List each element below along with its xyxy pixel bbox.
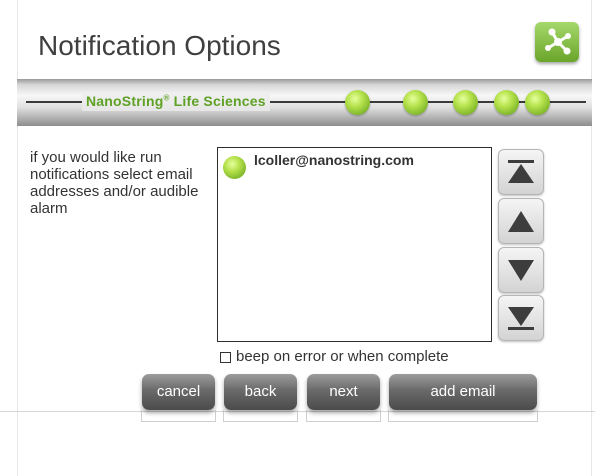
scroll-top-icon	[508, 160, 534, 183]
button-outline	[141, 410, 216, 422]
green-status-dot-icon	[223, 156, 246, 179]
brand-logo: NanoString® Life Sciences	[82, 93, 270, 111]
page-title: Notification Options	[38, 30, 281, 61]
progress-dot	[494, 90, 519, 115]
progress-dot	[403, 90, 428, 115]
email-address: lcoller@nanostring.com	[254, 152, 414, 168]
scroll-down-icon	[508, 260, 534, 281]
network-icon	[545, 28, 571, 55]
progress-dot	[525, 90, 550, 115]
scroll-down-button[interactable]	[498, 247, 544, 293]
brand-suffix: Life Sciences	[169, 93, 266, 109]
scroll-up-button[interactable]	[498, 198, 544, 244]
next-button[interactable]: next	[307, 374, 380, 410]
beep-checkbox-label: beep on error or when complete	[236, 348, 449, 365]
network-button[interactable]	[535, 22, 579, 62]
button-outline	[388, 410, 538, 422]
progress-dot	[453, 90, 478, 115]
instructions-text: if you would like run notifications sele…	[30, 149, 199, 217]
cancel-button[interactable]: cancel	[142, 374, 215, 410]
scroll-up-icon	[508, 211, 534, 232]
back-button[interactable]: back	[224, 374, 297, 410]
add-email-button[interactable]: add email	[389, 374, 537, 410]
beep-checkbox[interactable]	[220, 352, 231, 363]
email-list[interactable]: lcoller@nanostring.com	[217, 147, 492, 342]
brand-banner: NanoString® Life Sciences	[17, 79, 592, 126]
scroll-top-button[interactable]	[498, 149, 544, 195]
button-outline	[306, 410, 381, 422]
scroll-bottom-icon	[508, 307, 534, 330]
button-outline	[223, 410, 298, 422]
brand-name: NanoString	[86, 93, 164, 109]
progress-dot	[345, 90, 370, 115]
scroll-bottom-button[interactable]	[498, 295, 544, 341]
